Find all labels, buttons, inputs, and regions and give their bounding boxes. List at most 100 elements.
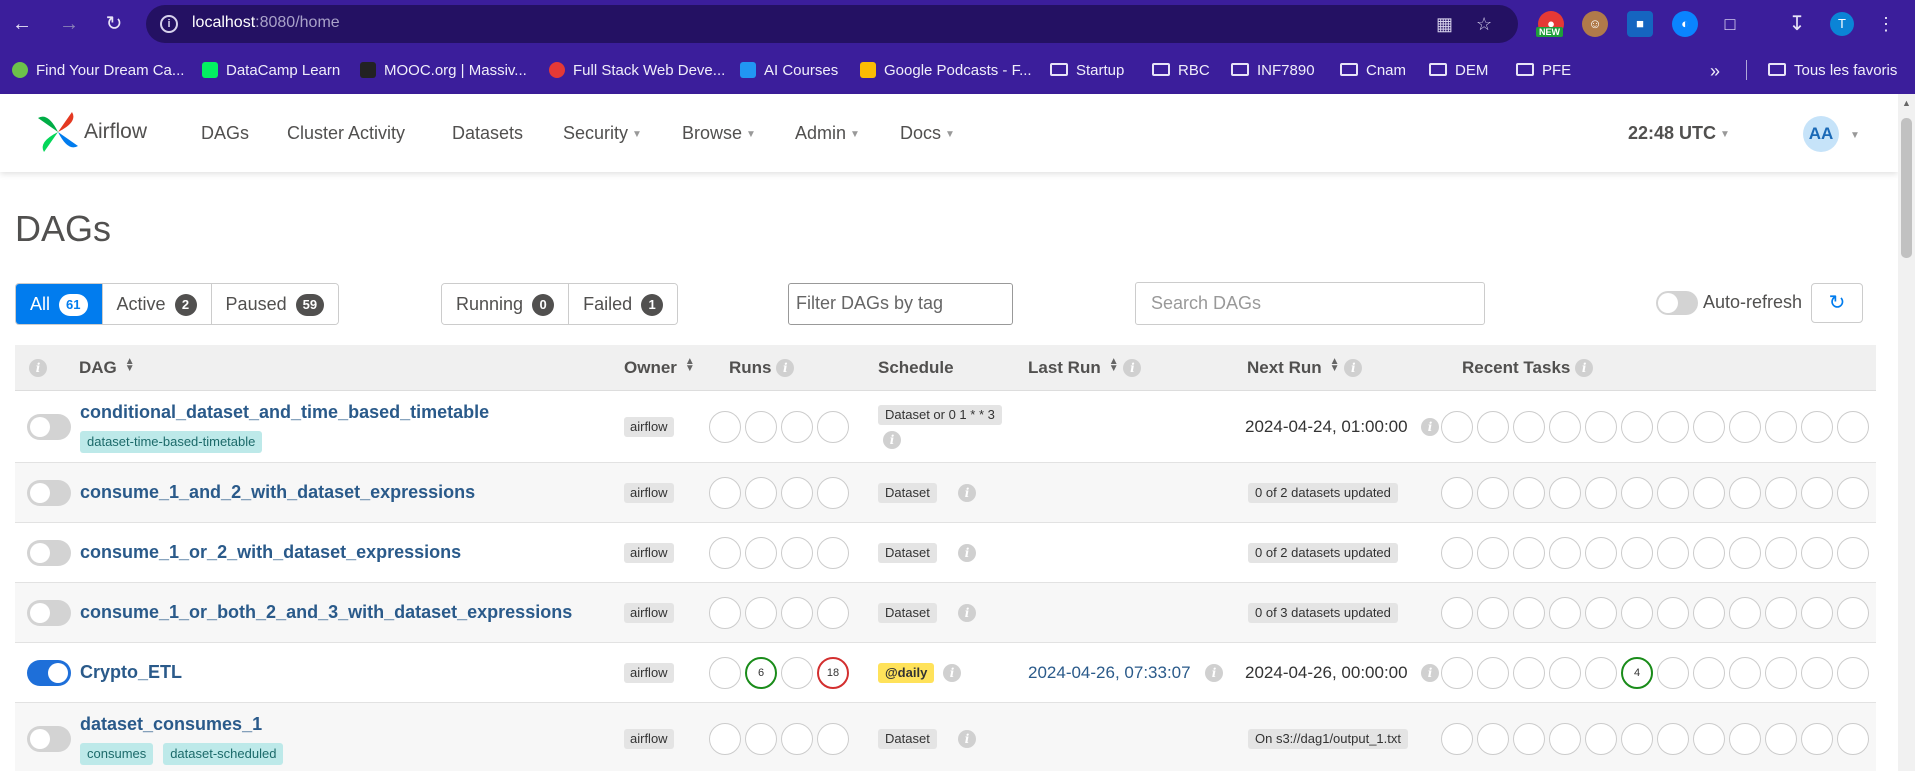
bookmark-2[interactable]: MOOC.org | Massiv... xyxy=(360,60,527,82)
bookmark-folder-rbc[interactable]: RBC xyxy=(1152,60,1210,82)
recent-task-circle[interactable] xyxy=(1693,597,1725,629)
recent-task-circle[interactable] xyxy=(1621,477,1653,509)
recent-task-circle[interactable] xyxy=(1441,597,1473,629)
recent-task-circle[interactable] xyxy=(1549,477,1581,509)
browser-menu-icon[interactable]: ⋮ xyxy=(1872,10,1900,38)
run-status-circle[interactable] xyxy=(817,411,849,443)
recent-task-circle[interactable] xyxy=(1513,657,1545,689)
recent-task-circle[interactable] xyxy=(1693,657,1725,689)
th-dag[interactable]: DAG ▲ ▼ xyxy=(79,357,135,378)
nav-security[interactable]: Security ▼ xyxy=(563,123,642,144)
scroll-thumb[interactable] xyxy=(1901,118,1912,258)
recent-task-circle[interactable] xyxy=(1729,537,1761,569)
pause-toggle[interactable] xyxy=(27,414,71,440)
extension-edge-icon[interactable]: ◐ xyxy=(1672,11,1698,37)
column-info-icon[interactable]: i xyxy=(29,358,47,378)
nav-cluster-activity[interactable]: Cluster Activity xyxy=(287,123,405,144)
info-icon[interactable]: i xyxy=(958,484,976,502)
recent-task-circle[interactable] xyxy=(1765,657,1797,689)
recent-task-circle[interactable] xyxy=(1657,537,1689,569)
recent-task-circle[interactable] xyxy=(1585,477,1617,509)
recent-task-circle[interactable] xyxy=(1765,597,1797,629)
pause-toggle[interactable] xyxy=(27,480,71,506)
run-status-circle[interactable] xyxy=(745,477,777,509)
translate-icon[interactable]: ▦ xyxy=(1436,14,1453,35)
nav-dags[interactable]: DAGs xyxy=(201,123,249,144)
filter-all-button[interactable]: All 61 xyxy=(16,284,103,324)
download-icon[interactable]: ↧ xyxy=(1784,11,1810,37)
recent-task-circle[interactable] xyxy=(1549,411,1581,443)
more-bookmarks-icon[interactable]: » xyxy=(1710,60,1720,82)
owner-badge[interactable]: airflow xyxy=(624,729,674,749)
bookmark-0[interactable]: Find Your Dream Ca... xyxy=(12,60,184,82)
filter-active-button[interactable]: Active 2 xyxy=(102,284,212,324)
owner-badge[interactable]: airflow xyxy=(624,603,674,623)
pause-toggle[interactable] xyxy=(27,540,71,566)
recent-task-circle[interactable] xyxy=(1729,723,1761,755)
recent-task-circle[interactable] xyxy=(1729,411,1761,443)
recent-task-circle[interactable] xyxy=(1549,657,1581,689)
info-icon[interactable]: i xyxy=(1421,418,1439,436)
owner-badge[interactable]: airflow xyxy=(624,543,674,563)
recent-task-circle[interactable] xyxy=(1765,723,1797,755)
chevron-down-icon[interactable]: ▼ xyxy=(1850,130,1860,141)
recent-task-circle[interactable] xyxy=(1549,723,1581,755)
run-status-circle[interactable] xyxy=(781,723,813,755)
run-status-circle[interactable] xyxy=(817,597,849,629)
extension-face-icon[interactable]: ☺ xyxy=(1582,11,1608,37)
user-avatar[interactable]: AA xyxy=(1803,116,1839,152)
th-last-run[interactable]: Last Run ▲ ▼ i xyxy=(1028,357,1142,378)
run-status-circle[interactable] xyxy=(781,477,813,509)
recent-task-circle[interactable] xyxy=(1441,723,1473,755)
run-status-circle[interactable]: 18 xyxy=(817,657,849,689)
scroll-up-icon[interactable]: ▲ xyxy=(1902,98,1911,108)
run-status-circle[interactable] xyxy=(817,477,849,509)
run-status-circle[interactable] xyxy=(817,723,849,755)
owner-badge[interactable]: airflow xyxy=(624,663,674,683)
pause-toggle[interactable] xyxy=(27,600,71,626)
recent-task-circle[interactable] xyxy=(1621,537,1653,569)
run-status-circle[interactable] xyxy=(709,537,741,569)
next-run-badge[interactable]: 0 of 3 datasets updated xyxy=(1248,603,1398,623)
recent-task-circle[interactable] xyxy=(1801,657,1833,689)
recent-task-circle[interactable] xyxy=(1837,477,1869,509)
info-icon[interactable]: i xyxy=(776,359,795,377)
recent-task-circle[interactable] xyxy=(1801,723,1833,755)
bookmark-4[interactable]: AI Courses xyxy=(740,60,838,82)
dag-link[interactable]: Crypto_ETL xyxy=(80,662,182,683)
recent-task-circle[interactable] xyxy=(1837,657,1869,689)
schedule-badge[interactable]: @daily xyxy=(878,663,935,683)
bookmark-1[interactable]: DataCamp Learn xyxy=(202,60,340,82)
recent-task-circle[interactable] xyxy=(1621,411,1653,443)
tag-filter-input[interactable]: Filter DAGs by tag xyxy=(788,283,1013,325)
dag-link[interactable]: consume_1_or_2_with_dataset_expressions xyxy=(80,542,461,563)
bookmark-folder-pfe[interactable]: PFE xyxy=(1516,60,1571,82)
recent-task-circle[interactable] xyxy=(1513,597,1545,629)
th-owner[interactable]: Owner ▲ ▼ xyxy=(624,357,695,378)
back-arrow-icon[interactable]: ← xyxy=(8,10,36,38)
run-status-circle[interactable] xyxy=(745,537,777,569)
recent-task-circle[interactable] xyxy=(1585,597,1617,629)
reload-icon[interactable]: ↻ xyxy=(100,10,128,38)
next-run-badge[interactable]: On s3://dag1/output_1.txt xyxy=(1248,729,1408,749)
recent-task-circle[interactable] xyxy=(1729,477,1761,509)
run-status-circle[interactable] xyxy=(781,411,813,443)
filter-paused-button[interactable]: Paused 59 xyxy=(211,284,339,324)
refresh-button[interactable]: ↻ xyxy=(1811,283,1863,323)
pause-toggle[interactable] xyxy=(27,660,71,686)
nav-admin[interactable]: Admin ▼ xyxy=(795,123,860,144)
recent-task-circle[interactable] xyxy=(1585,537,1617,569)
bookmark-folder-cnam[interactable]: Cnam xyxy=(1340,60,1406,82)
extensions-puzzle-icon[interactable]: □ xyxy=(1717,11,1743,37)
run-status-circle[interactable] xyxy=(781,657,813,689)
airflow-logo-icon[interactable] xyxy=(34,108,82,156)
utc-clock[interactable]: 22:48 UTC ▼ xyxy=(1628,123,1730,144)
recent-task-circle[interactable] xyxy=(1765,477,1797,509)
recent-task-circle[interactable] xyxy=(1513,477,1545,509)
bookmark-folder-inf7890[interactable]: INF7890 xyxy=(1231,60,1315,82)
recent-task-circle[interactable] xyxy=(1801,597,1833,629)
recent-task-circle[interactable] xyxy=(1585,723,1617,755)
profile-avatar[interactable]: T xyxy=(1830,12,1854,36)
dag-link[interactable]: consume_1_and_2_with_dataset_expressions xyxy=(80,482,475,503)
recent-task-circle[interactable] xyxy=(1837,597,1869,629)
